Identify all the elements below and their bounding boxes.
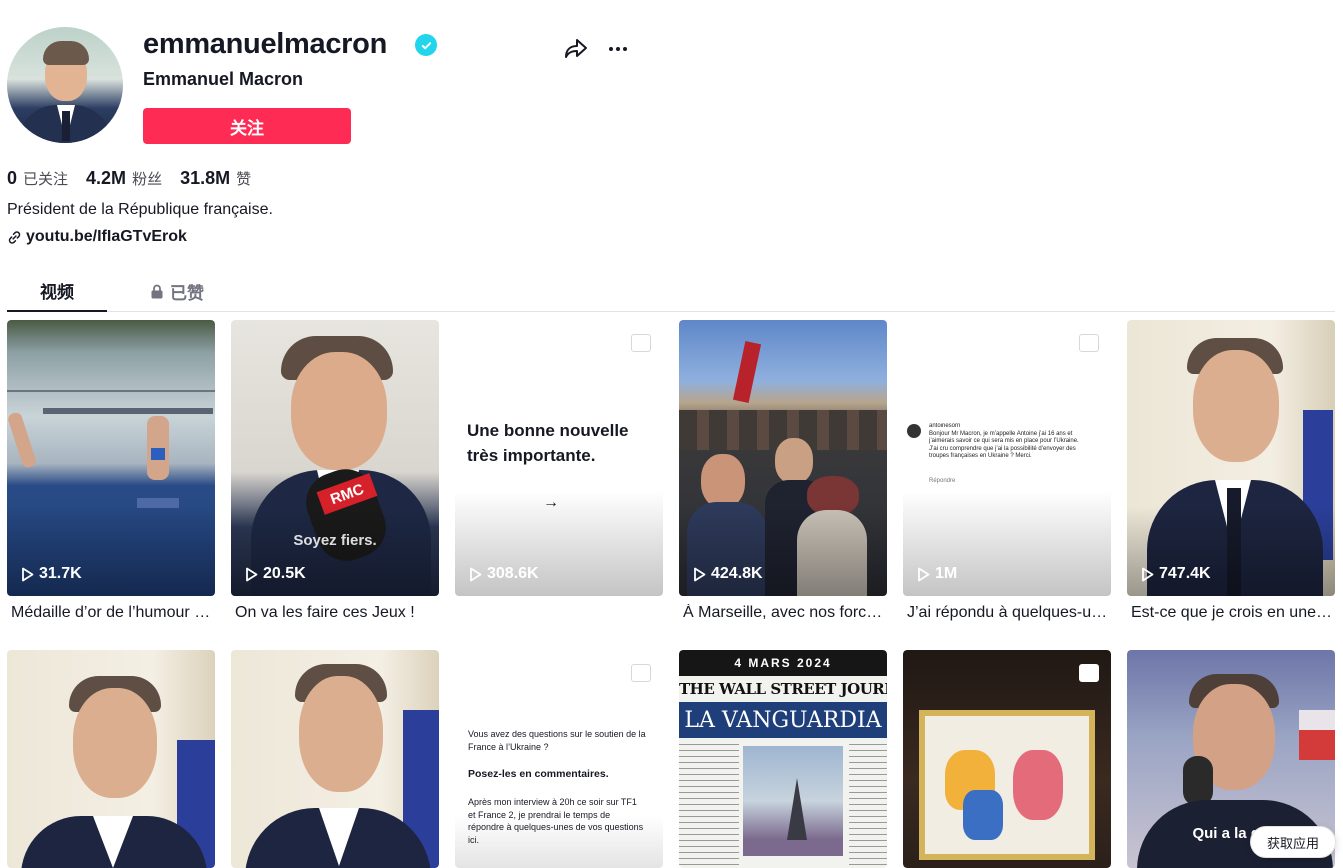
verified-badge-icon <box>415 34 437 56</box>
photo-icon <box>631 664 651 682</box>
share-icon[interactable] <box>562 35 590 63</box>
profile-tabs: 视频 已赞 <box>7 270 1335 312</box>
video-card[interactable]: RMC Soyez fiers. 20.5K On va les faire c… <box>231 320 439 630</box>
profile-link[interactable]: youtu.be/IfIaGTvErok <box>7 228 187 246</box>
view-count: 308.6K <box>469 565 539 583</box>
video-card[interactable]: 31.7K Médaille d’or de l’humour des JO <box>7 320 215 630</box>
stat-followers[interactable]: 4.2M 粉丝 <box>86 168 162 189</box>
tab-label: 视频 <box>40 282 74 303</box>
newspaper-date: 4 MARS 2024 <box>679 650 887 676</box>
video-card[interactable] <box>7 650 215 868</box>
video-caption[interactable]: Est-ce que je crois en une victoire ? <box>1131 604 1335 622</box>
stat-label: 已关注 <box>23 169 69 188</box>
play-icon <box>694 567 706 581</box>
view-count-text: 424.8K <box>711 565 763 582</box>
slide-line: Vous avez des questions sur le soutien d… <box>468 729 646 752</box>
video-caption[interactable]: Médaille d’or de l’humour des JO <box>11 604 215 622</box>
video-card[interactable]: 424.8K À Marseille, avec nos forces de l… <box>679 320 887 630</box>
play-icon <box>470 567 482 581</box>
view-count-text: 20.5K <box>263 565 306 582</box>
comment-body: Bonjour Mr Macron, je m’appelle Antoine … <box>929 430 1079 460</box>
stat-following[interactable]: 0 已关注 <box>7 168 68 189</box>
view-count: 31.7K <box>21 565 82 583</box>
play-icon <box>1142 567 1154 581</box>
video-caption[interactable]: J’ai répondu à quelques-unes de vos ques… <box>907 604 1111 622</box>
newspaper-title: LA VANGUARDIA <box>679 702 887 738</box>
stat-value: 31.8M <box>180 167 231 188</box>
play-icon <box>918 567 930 581</box>
video-overlay-text: Soyez fiers. <box>293 532 377 549</box>
arrow-right-icon: → <box>543 494 559 511</box>
play-icon <box>22 567 34 581</box>
view-count-text: 308.6K <box>487 565 539 582</box>
photo-icon <box>1079 664 1099 682</box>
stat-label: 赞 <box>236 169 252 188</box>
view-count-text: 1M <box>935 565 958 582</box>
slide-line: Après mon interview à 20h ce soir sur TF… <box>468 797 644 845</box>
play-icon <box>246 567 258 581</box>
profile-link-text: youtu.be/IfIaGTvErok <box>26 228 187 245</box>
lock-icon <box>151 284 163 298</box>
newspaper-title: THE WALL STREET JOURNAL. <box>679 680 887 698</box>
slide-line: Posez-les en commentaires. <box>468 768 609 780</box>
view-count: 1M <box>917 565 957 583</box>
profile-nickname: Emmanuel Macron <box>143 69 304 89</box>
video-caption[interactable]: On va les faire ces Jeux ! <box>235 604 439 622</box>
video-card[interactable]: Une bonne nouvelle très importante. → 30… <box>455 320 663 630</box>
stat-label: 粉丝 <box>132 169 163 188</box>
photo-icon <box>631 334 651 352</box>
view-count-text: 747.4K <box>1159 565 1211 582</box>
comment-handle: antoinesorn <box>929 423 961 429</box>
video-overlay-text: Une bonne nouvelle très importante. <box>467 421 629 465</box>
more-icon[interactable] <box>604 35 632 63</box>
view-count: 20.5K <box>245 565 306 583</box>
tab-videos[interactable]: 视频 <box>7 270 107 312</box>
profile-bio: Président de la République française. <box>7 201 273 218</box>
tab-label: 已赞 <box>170 283 204 304</box>
video-card[interactable] <box>231 650 439 868</box>
follow-button[interactable]: 关注 <box>143 108 351 144</box>
video-card[interactable] <box>903 650 1111 868</box>
profile-username: emmanuelmacron <box>143 28 387 60</box>
video-card[interactable]: Vous avez des questions sur le soutien d… <box>455 650 663 868</box>
photo-icon <box>1079 334 1099 352</box>
view-count: 424.8K <box>693 565 763 583</box>
profile-avatar[interactable] <box>7 27 123 143</box>
stat-value: 0 <box>7 167 18 188</box>
comment-reply: Répondre <box>929 478 956 484</box>
comment-text: antoinesorn Bonjour Mr Macron, je m’appe… <box>929 423 1089 479</box>
video-card[interactable]: 747.4K Est-ce que je crois en une victoi… <box>1127 320 1335 630</box>
stat-likes: 31.8M 赞 <box>180 168 251 189</box>
link-icon <box>8 230 21 244</box>
video-caption[interactable]: À Marseille, avec nos forces de l’ordre <box>683 604 887 622</box>
profile-stats: 0 已关注 4.2M 粉丝 31.8M 赞 <box>7 167 269 189</box>
view-count-text: 31.7K <box>39 565 82 582</box>
get-app-button[interactable]: 获取应用 <box>1250 826 1336 858</box>
video-card[interactable]: antoinesorn Bonjour Mr Macron, je m’appe… <box>903 320 1111 630</box>
stat-value: 4.2M <box>86 167 127 188</box>
video-card[interactable]: 4 MARS 2024 THE WALL STREET JOURNAL. LA … <box>679 650 887 868</box>
tab-liked[interactable]: 已赞 <box>137 270 217 312</box>
view-count: 747.4K <box>1141 565 1211 583</box>
